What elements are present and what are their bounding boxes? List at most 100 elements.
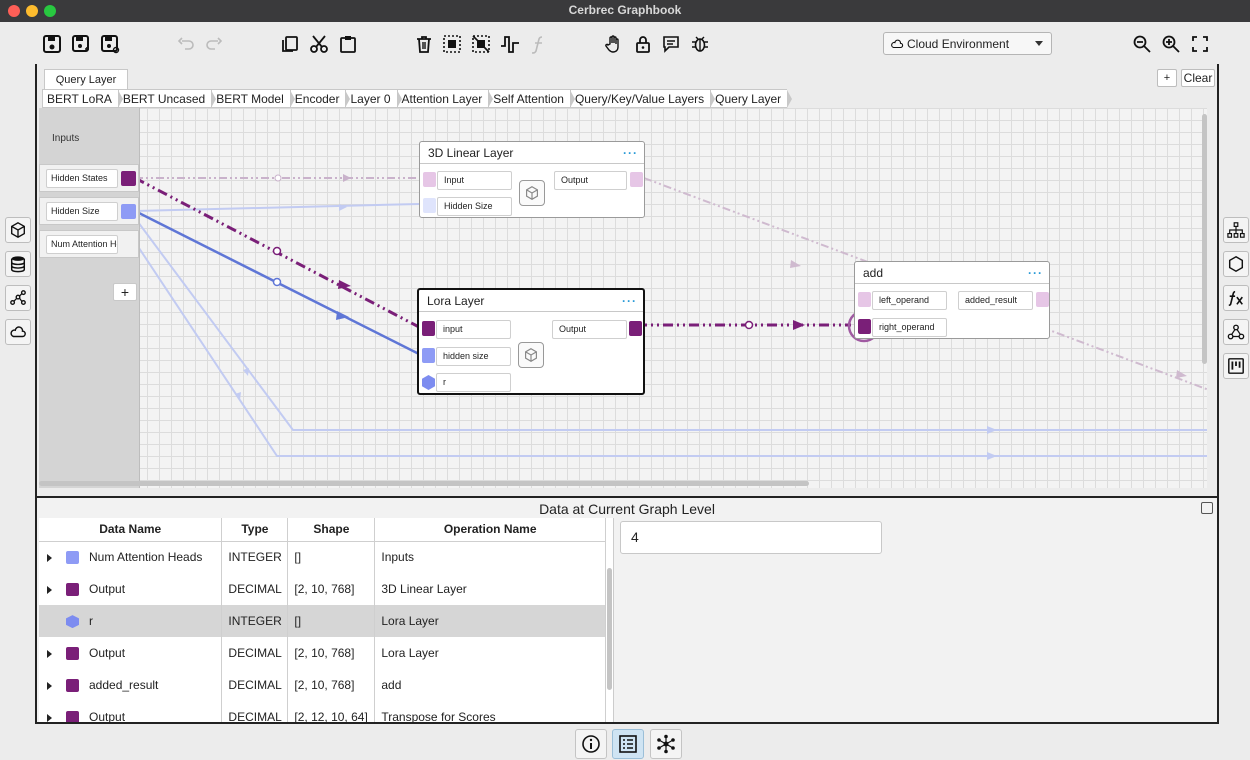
breadcrumb-item[interactable]: Self Attention xyxy=(488,89,575,108)
hand-icon[interactable] xyxy=(603,33,625,55)
input-port[interactable] xyxy=(858,292,871,307)
breadcrumb-item[interactable]: BERT LoRA xyxy=(42,89,123,108)
column-header[interactable]: Shape xyxy=(287,518,376,542)
table-row[interactable]: Output DECIMAL [2, 10, 768] 3D Linear La… xyxy=(39,573,606,605)
input-name-field[interactable]: Hidden Size xyxy=(46,202,118,221)
horizontal-scrollbar[interactable] xyxy=(39,481,809,486)
breadcrumb-item[interactable]: Query Layer xyxy=(710,89,793,108)
port-r-label: r xyxy=(436,373,511,392)
input-hidden-size[interactable]: Hidden Size xyxy=(39,197,139,225)
input-port[interactable] xyxy=(423,172,436,187)
input-port[interactable] xyxy=(422,321,435,336)
zoom-in-icon[interactable] xyxy=(1160,33,1182,55)
table-row[interactable]: added_result DECIMAL [2, 10, 768] add xyxy=(39,669,606,701)
input-name-field[interactable]: Hidden States xyxy=(46,169,118,188)
input-name-field[interactable]: Num Attention Heads xyxy=(46,235,118,254)
cube-icon[interactable] xyxy=(518,342,544,368)
copy-icon[interactable] xyxy=(279,33,301,55)
lock-icon[interactable] xyxy=(632,33,654,55)
expand-icon[interactable] xyxy=(47,681,52,690)
redo-icon[interactable] xyxy=(203,33,225,55)
output-port[interactable] xyxy=(121,204,136,219)
tab-query-layer[interactable]: Query Layer xyxy=(44,69,128,89)
node-menu-icon[interactable]: ··· xyxy=(1028,262,1043,284)
output-port[interactable] xyxy=(629,321,642,336)
breadcrumb-item[interactable]: Encoder xyxy=(289,89,351,108)
value-field[interactable]: 4 xyxy=(620,521,882,554)
hexagon-icon[interactable] xyxy=(1223,251,1249,277)
input-port[interactable] xyxy=(422,348,435,363)
decimal-type-icon xyxy=(66,647,79,661)
table-scrollbar[interactable] xyxy=(607,568,612,690)
undo-icon[interactable] xyxy=(175,33,197,55)
operation-cell: 3D Linear Layer xyxy=(374,573,606,605)
expand-icon[interactable] xyxy=(47,649,52,658)
graph-share-icon[interactable] xyxy=(5,285,31,311)
input-port[interactable] xyxy=(423,198,436,213)
kanban-icon[interactable] xyxy=(1223,353,1249,379)
webhook-icon[interactable] xyxy=(1223,319,1249,345)
output-port[interactable] xyxy=(1036,292,1049,307)
cut-icon[interactable] xyxy=(308,33,330,55)
save-settings-icon[interactable] xyxy=(99,33,121,55)
cube-icon[interactable] xyxy=(519,180,545,206)
expand-icon[interactable] xyxy=(47,713,52,722)
breadcrumb-item[interactable]: Query/Key/Value Layers xyxy=(569,89,716,108)
input-hidden-states[interactable]: Hidden States xyxy=(39,164,139,192)
column-header[interactable]: Type xyxy=(221,518,289,542)
cloud-icon[interactable] xyxy=(5,319,31,345)
info-button[interactable] xyxy=(575,729,607,759)
clear-button[interactable]: Clear xyxy=(1181,69,1215,87)
add-tab-button[interactable]: + xyxy=(1157,69,1177,87)
shape-cell: [2, 10, 768] xyxy=(287,637,376,669)
table-row[interactable]: Num Attention Heads INTEGER [] Inputs xyxy=(39,541,606,573)
table-row[interactable]: Output DECIMAL [2, 10, 768] Lora Layer xyxy=(39,637,606,669)
input-port-hexagon[interactable] xyxy=(422,375,435,390)
node-add[interactable]: add ··· left_operand right_operand added… xyxy=(854,261,1050,339)
debug-icon[interactable] xyxy=(689,33,711,55)
expand-icon[interactable] xyxy=(47,553,52,562)
fit-screen-icon[interactable] xyxy=(1189,33,1211,55)
breadcrumb-item[interactable]: BERT Uncased xyxy=(117,89,217,108)
column-header[interactable]: Data Name xyxy=(39,518,223,542)
function-fx-icon[interactable] xyxy=(1223,285,1249,311)
environment-select[interactable]: Cloud Environment xyxy=(883,32,1052,55)
breadcrumb-item[interactable]: Attention Layer xyxy=(396,89,493,108)
node-menu-icon[interactable]: ··· xyxy=(622,290,637,312)
save-icon[interactable] xyxy=(41,33,63,55)
output-port[interactable] xyxy=(630,172,643,187)
waveform-icon[interactable] xyxy=(499,33,521,55)
panel-toggle-icon[interactable] xyxy=(1201,502,1213,514)
node-menu-icon[interactable]: ··· xyxy=(623,142,638,164)
table-row[interactable]: Output DECIMAL [2, 12, 10, 64] Transpose… xyxy=(39,701,606,722)
network-button[interactable] xyxy=(650,729,682,759)
save-as-icon[interactable] xyxy=(70,33,92,55)
input-port[interactable] xyxy=(858,319,871,334)
table-row-selected[interactable]: r INTEGER [] Lora Layer xyxy=(39,605,606,637)
node-3d-linear-layer[interactable]: 3D Linear Layer ··· Input Hidden Size Ou… xyxy=(419,141,645,218)
add-input-button[interactable]: + xyxy=(113,283,137,301)
comment-icon[interactable] xyxy=(660,33,682,55)
hierarchy-icon[interactable] xyxy=(1223,217,1249,243)
input-num-attention-heads[interactable]: Num Attention Heads xyxy=(39,230,139,258)
node-title-text: 3D Linear Layer xyxy=(428,146,514,160)
expand-icon[interactable] xyxy=(47,585,52,594)
node-lora-layer[interactable]: Lora Layer ··· input hidden size r Outpu… xyxy=(417,288,645,395)
vertical-scrollbar[interactable] xyxy=(1202,114,1207,364)
output-port[interactable] xyxy=(121,171,136,186)
select-all-icon[interactable] xyxy=(441,33,463,55)
column-header[interactable]: Operation Name xyxy=(374,518,606,542)
data-list-button[interactable] xyxy=(612,729,644,759)
data-table: Data Name Type Shape Operation Name Num … xyxy=(39,518,614,722)
deselect-icon[interactable] xyxy=(470,33,492,55)
list-icon xyxy=(619,735,637,753)
cube-icon[interactable] xyxy=(5,217,31,243)
delete-icon[interactable] xyxy=(413,33,435,55)
breadcrumb-item[interactable]: Layer 0 xyxy=(345,89,402,108)
paste-icon[interactable] xyxy=(337,33,359,55)
database-icon[interactable] xyxy=(5,251,31,277)
function-icon[interactable] xyxy=(528,33,550,55)
graph-canvas[interactable]: Inputs Hidden States Hidden Size Num Att… xyxy=(39,108,1207,488)
breadcrumb-item[interactable]: BERT Model xyxy=(211,89,295,108)
zoom-out-icon[interactable] xyxy=(1131,33,1153,55)
